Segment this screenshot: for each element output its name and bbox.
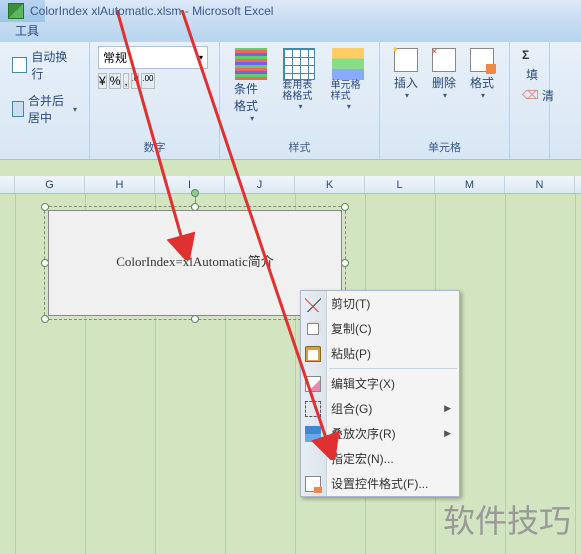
- menu-separator: [329, 368, 457, 369]
- col-header-g[interactable]: G: [15, 176, 85, 193]
- autosum-button[interactable]: Σ: [518, 46, 541, 64]
- percent-icon[interactable]: %: [109, 73, 122, 89]
- group-icon: [305, 401, 321, 417]
- col-header-h[interactable]: H: [85, 176, 155, 193]
- resize-handle-s[interactable]: [191, 315, 199, 323]
- group-label-number: 数字: [98, 137, 211, 157]
- macro-icon: [305, 451, 321, 467]
- chevron-down-icon: ▾: [199, 53, 203, 62]
- format-control-icon: [305, 476, 321, 492]
- ribbon-tabbar: 工具: [0, 22, 581, 42]
- insert-button[interactable]: 插入: [388, 46, 424, 102]
- conditional-format-button[interactable]: 条件格式: [228, 46, 274, 125]
- window-title: ColorIndex xlAutomatic.xlsm - Microsoft …: [30, 4, 273, 18]
- ribbon-group-styles: 条件格式 套用表格格式 单元格样式 样式: [220, 42, 380, 159]
- textbox-text: ColorIndex=xlAutomatic简介: [49, 211, 341, 310]
- col-header-blank[interactable]: [0, 176, 15, 193]
- col-header-j[interactable]: J: [225, 176, 295, 193]
- decimal-inc-icon[interactable]: .0: [131, 73, 140, 89]
- copy-icon: [307, 323, 319, 335]
- group-label-alignment: [8, 153, 81, 157]
- titlebar: ColorIndex xlAutomatic.xlsm - Microsoft …: [0, 0, 581, 22]
- menu-paste[interactable]: 粘贴(P): [301, 341, 459, 366]
- delete-button[interactable]: 删除: [426, 46, 462, 102]
- clear-button[interactable]: ⌫ 清: [518, 85, 541, 106]
- ribbon-group-number: 常规 ▾ ¥ % , .0 .00 数字: [90, 42, 220, 159]
- excel-icon: [8, 3, 24, 19]
- menu-assign-macro[interactable]: 指定宏(N)...: [301, 446, 459, 471]
- submenu-arrow-icon: ▶: [444, 428, 451, 439]
- decimal-dec-icon[interactable]: .00: [141, 73, 154, 89]
- number-format-select[interactable]: 常规 ▾: [98, 46, 208, 69]
- resize-handle-ne[interactable]: [341, 203, 349, 211]
- context-menu: 剪切(T) 复制(C) 粘贴(P) 编辑文字(X) 组合(G) ▶ 叠放次序(R…: [300, 290, 460, 497]
- menu-order[interactable]: 叠放次序(R) ▶: [301, 421, 459, 446]
- conditional-format-icon: [235, 48, 267, 80]
- wrap-text-button[interactable]: 自动换行: [8, 46, 81, 84]
- group-label-cells: 单元格: [388, 137, 501, 157]
- format-as-table-button[interactable]: 套用表格格式: [276, 46, 322, 125]
- rotate-handle[interactable]: [191, 189, 199, 197]
- col-header-i[interactable]: I: [155, 176, 225, 193]
- resize-handle-sw[interactable]: [41, 315, 49, 323]
- menu-format-control[interactable]: 设置控件格式(F)...: [301, 471, 459, 496]
- tab-tools[interactable]: 工具: [4, 19, 50, 42]
- sigma-icon: Σ: [522, 48, 529, 62]
- menu-group[interactable]: 组合(G) ▶: [301, 396, 459, 421]
- ribbon: 自动换行 合并后居中 常规 ▾ ¥ % , .0 .00 数字: [0, 42, 581, 160]
- scissors-icon: [305, 296, 321, 312]
- currency-icon[interactable]: ¥: [98, 73, 107, 89]
- format-icon: [470, 48, 494, 72]
- delete-icon: [432, 48, 456, 72]
- comma-icon[interactable]: ,: [123, 73, 128, 89]
- cell-styles-icon: [332, 48, 364, 80]
- column-headers: G H I J K L M N: [0, 176, 581, 194]
- merge-icon: [12, 101, 24, 117]
- ribbon-group-alignment: 自动换行 合并后居中: [0, 42, 90, 159]
- col-header-k[interactable]: K: [295, 176, 365, 193]
- col-header-n[interactable]: N: [505, 176, 575, 193]
- table-icon: [283, 48, 315, 80]
- wrap-text-icon: [12, 57, 27, 73]
- merge-center-button[interactable]: 合并后居中: [8, 90, 81, 128]
- ribbon-group-editing: Σ 填 ⌫ 清: [510, 42, 550, 159]
- ribbon-group-cells: 插入 删除 格式 单元格: [380, 42, 510, 159]
- watermark: 软件技巧: [443, 496, 571, 542]
- submenu-arrow-icon: ▶: [444, 403, 451, 414]
- edit-text-icon: [305, 376, 321, 392]
- resize-handle-e[interactable]: [341, 259, 349, 267]
- fill-button[interactable]: 填: [518, 64, 541, 85]
- eraser-icon: ⌫: [522, 88, 538, 104]
- cell-styles-button[interactable]: 单元格样式: [325, 46, 371, 125]
- textbox-shape[interactable]: ColorIndex=xlAutomatic简介: [48, 210, 342, 316]
- menu-edit-text[interactable]: 编辑文字(X): [301, 371, 459, 396]
- menu-copy[interactable]: 复制(C): [301, 316, 459, 341]
- col-header-l[interactable]: L: [365, 176, 435, 193]
- menu-cut[interactable]: 剪切(T): [301, 291, 459, 316]
- order-icon: [305, 426, 321, 442]
- insert-icon: [394, 48, 418, 72]
- col-header-m[interactable]: M: [435, 176, 505, 193]
- paste-icon: [305, 346, 321, 362]
- format-button[interactable]: 格式: [464, 46, 500, 102]
- group-label-styles: 样式: [228, 137, 371, 157]
